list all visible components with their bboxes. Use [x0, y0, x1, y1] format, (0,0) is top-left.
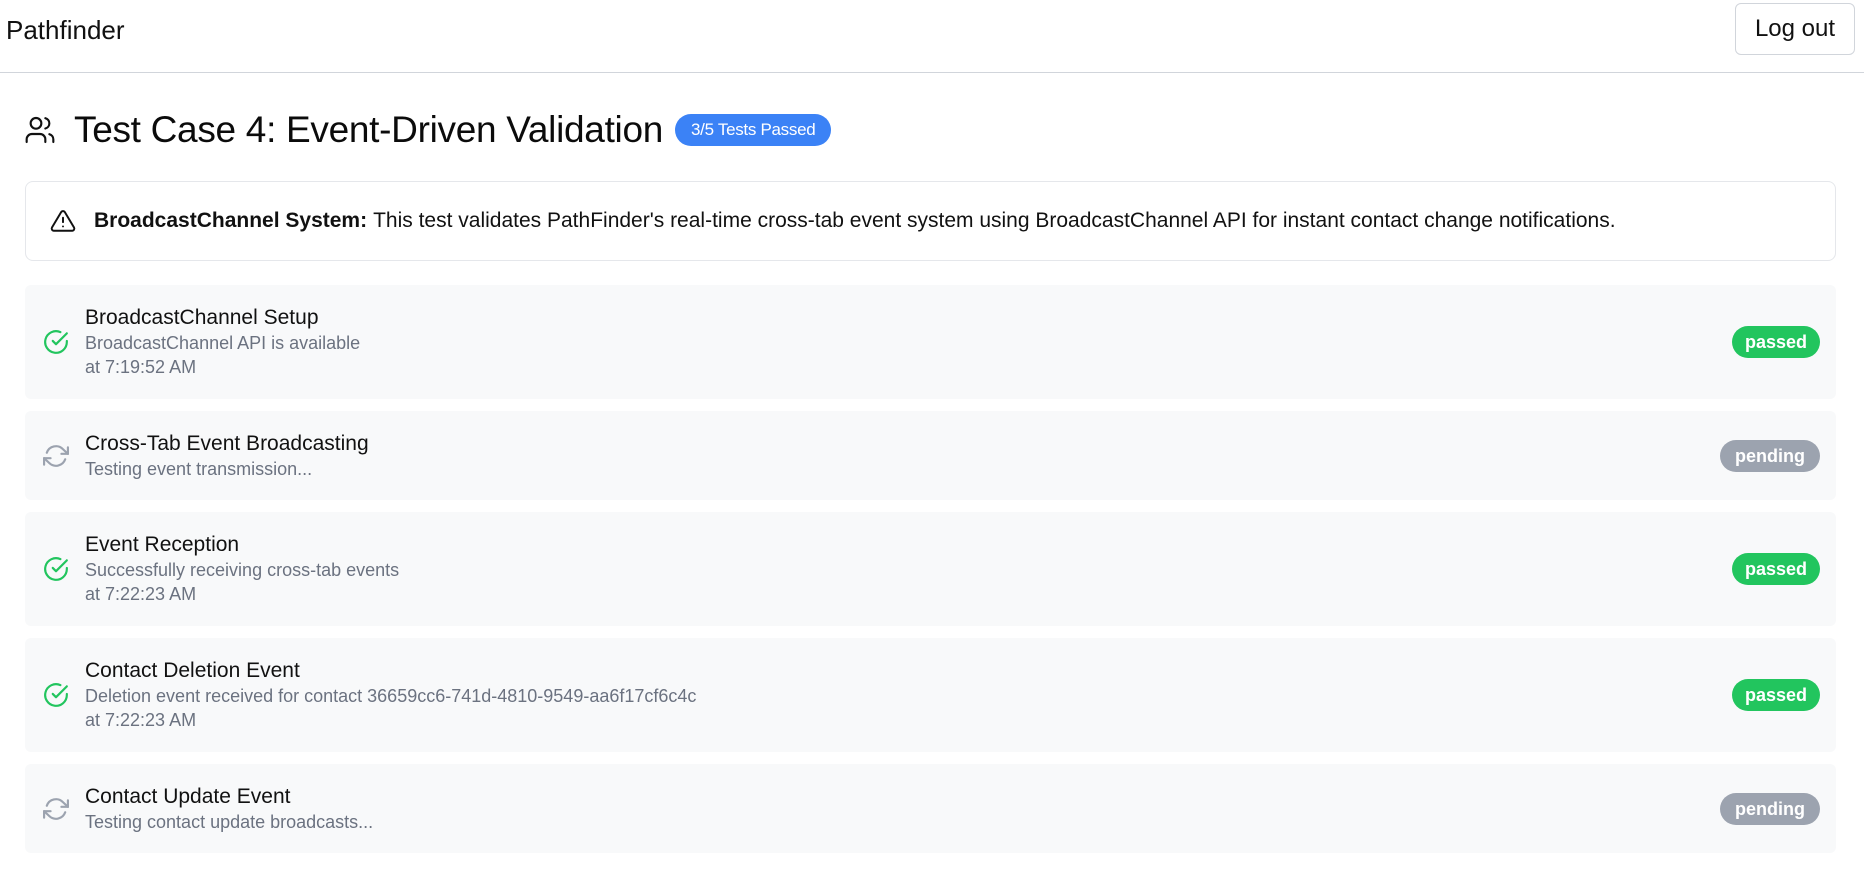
page-header: Test Case 4: Event-Driven Validation 3/5…	[24, 108, 832, 152]
check-circle-icon	[43, 556, 69, 582]
tests-passed-badge: 3/5 Tests Passed	[675, 114, 832, 146]
brand-name[interactable]: Pathfinder	[6, 14, 125, 46]
alert-message: This test validates PathFinder's real-ti…	[373, 209, 1616, 232]
logout-button[interactable]: Log out	[1735, 3, 1855, 55]
check-circle-icon	[43, 329, 69, 355]
test-timestamp: at 7:19:52 AM	[85, 357, 197, 377]
status-badge: passed	[1732, 679, 1820, 711]
status-badge: pending	[1720, 440, 1820, 472]
status-badge: passed	[1732, 553, 1820, 585]
test-detail: Deletion event received for contact 3665…	[85, 686, 697, 706]
top-nav-bar: Pathfinder Log out	[0, 0, 1864, 73]
page-title: Test Case 4: Event-Driven Validation	[74, 109, 664, 150]
test-name: Contact Deletion Event	[85, 659, 300, 682]
alert-text: BroadcastChannel System: This test valida…	[94, 209, 1616, 233]
warning-triangle-icon	[50, 208, 76, 234]
test-name: Cross-Tab Event Broadcasting	[85, 432, 369, 455]
alert-title: BroadcastChannel System:	[94, 209, 368, 232]
test-list: BroadcastChannel Setup BroadcastChannel …	[25, 285, 1836, 865]
test-detail: Successfully receiving cross-tab events	[85, 560, 400, 580]
test-item-contact-deletion-event: Contact Deletion Event Deletion event re…	[25, 638, 1836, 752]
refresh-icon	[43, 443, 69, 469]
test-name: BroadcastChannel Setup	[85, 306, 319, 329]
test-item-event-reception: Event Reception Successfully receiving c…	[25, 512, 1836, 626]
test-name: Event Reception	[85, 533, 240, 556]
refresh-icon	[43, 796, 69, 822]
test-detail: Testing event transmission...	[85, 459, 313, 479]
test-item-contact-update-event: Contact Update Event Testing contact upd…	[25, 764, 1836, 853]
test-item-broadcastchannel-setup: BroadcastChannel Setup BroadcastChannel …	[25, 285, 1836, 399]
test-detail: BroadcastChannel API is available	[85, 333, 361, 353]
info-alert: BroadcastChannel System: This test valida…	[25, 181, 1836, 261]
test-detail: Testing contact update broadcasts...	[85, 812, 374, 832]
users-icon	[24, 114, 56, 146]
status-badge: pending	[1720, 793, 1820, 825]
status-badge: passed	[1732, 326, 1820, 358]
test-name: Contact Update Event	[85, 785, 291, 808]
check-circle-icon	[43, 682, 69, 708]
test-timestamp: at 7:22:23 AM	[85, 710, 197, 730]
test-item-cross-tab-event-broadcasting: Cross-Tab Event Broadcasting Testing eve…	[25, 411, 1836, 500]
test-timestamp: at 7:22:23 AM	[85, 584, 197, 604]
